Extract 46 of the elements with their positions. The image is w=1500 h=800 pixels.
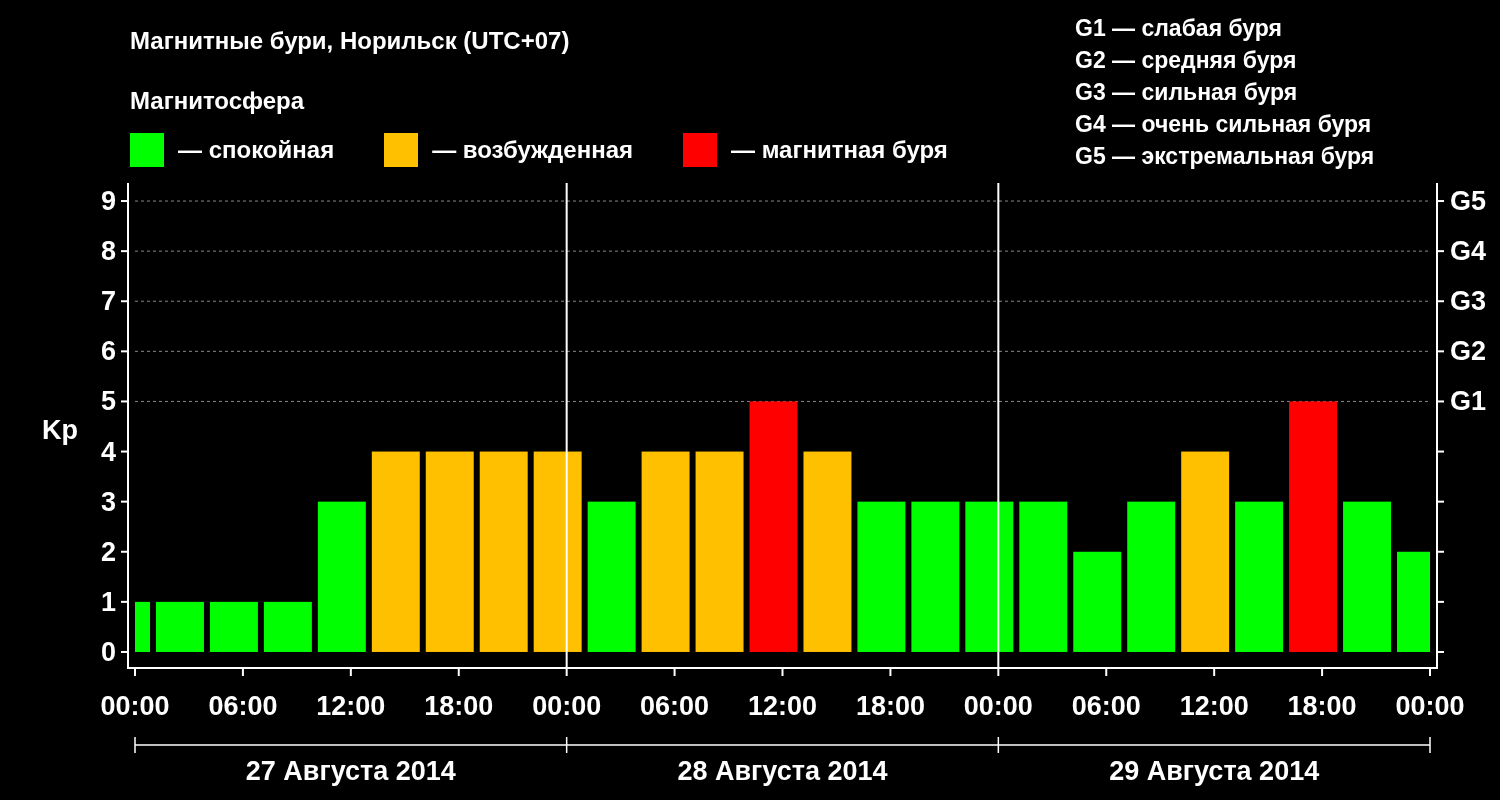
x-tick-label: 12:00 bbox=[747, 691, 818, 721]
storm-level-label: G5 bbox=[1450, 186, 1487, 217]
y-tick-label: 2 bbox=[100, 536, 116, 567]
kp-bar bbox=[156, 601, 204, 652]
y-tick-label: 8 bbox=[100, 236, 116, 267]
y-tick-label: 6 bbox=[100, 336, 116, 367]
y-tick-label: 4 bbox=[100, 436, 116, 467]
date-label: 29 Августа 2014 bbox=[1109, 756, 1320, 786]
date-label: 28 Августа 2014 bbox=[677, 756, 888, 786]
storm-scale-entry: G4 — очень сильная буря bbox=[1075, 110, 1373, 139]
storm-level-label: G4 bbox=[1450, 236, 1487, 267]
x-tick-label: 06:00 bbox=[208, 691, 278, 721]
x-tick-label: 12:00 bbox=[1179, 691, 1249, 721]
y-tick-label: 9 bbox=[100, 186, 116, 217]
kp-bar bbox=[209, 601, 258, 652]
x-tick-label: 00:00 bbox=[963, 691, 1033, 721]
x-tick-label: 06:00 bbox=[1071, 691, 1141, 721]
legend-title: Магнитосфера bbox=[130, 86, 306, 116]
legend-label: — магнитная буря bbox=[731, 136, 948, 164]
x-tick-label: 06:00 bbox=[640, 691, 710, 721]
storm-scale-entry: G5 — экстремальная буря bbox=[1075, 142, 1376, 171]
y-tick-label: 0 bbox=[100, 636, 116, 667]
storm-level-label: G3 bbox=[1450, 286, 1487, 317]
x-tick-label: 18:00 bbox=[424, 691, 494, 721]
y-tick-label: 3 bbox=[100, 486, 116, 517]
y-tick-label: 7 bbox=[100, 286, 116, 317]
x-tick-label: 00:00 bbox=[1395, 691, 1465, 721]
legend-label: — возбужденная bbox=[432, 136, 633, 164]
y-axis-label: Kp bbox=[42, 415, 78, 445]
x-tick-label: 00:00 bbox=[532, 691, 602, 721]
x-tick-label: 00:00 bbox=[100, 691, 170, 721]
storm-level-label: G2 bbox=[1450, 336, 1487, 367]
kp-bar bbox=[135, 601, 150, 652]
x-tick-label: 18:00 bbox=[855, 691, 925, 721]
date-label: 27 Августа 2014 bbox=[245, 756, 456, 786]
y-tick-label: 5 bbox=[100, 386, 116, 417]
x-tick-label: 12:00 bbox=[316, 691, 386, 721]
legend-label: — спокойная bbox=[178, 136, 335, 164]
y-tick-label: 1 bbox=[100, 586, 116, 617]
kp-bar bbox=[263, 601, 312, 652]
storm-scale-entry: G2 — средняя буря bbox=[1075, 46, 1298, 75]
chart-title: Магнитные бури, Норильск (UTC+07) bbox=[130, 26, 571, 56]
storm-level-label: G1 bbox=[1450, 386, 1487, 417]
x-tick-label: 18:00 bbox=[1287, 691, 1357, 721]
storm-scale-entry: G3 — сильная буря bbox=[1075, 78, 1299, 107]
storm-scale-entry: G1 — слабая буря bbox=[1075, 14, 1284, 43]
